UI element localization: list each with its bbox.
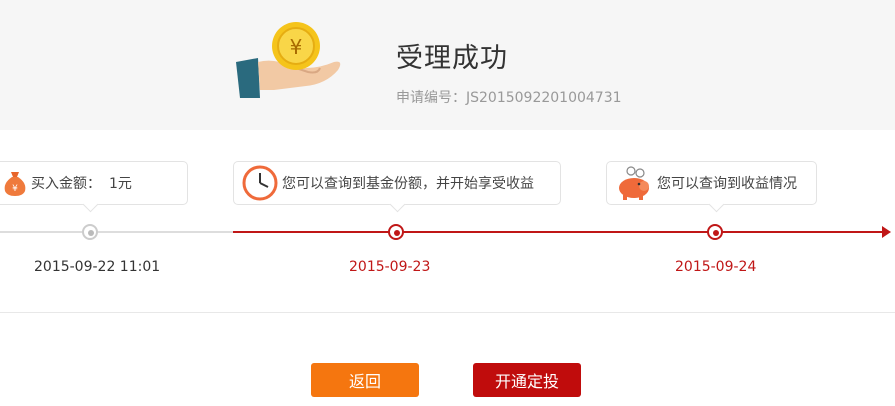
result-header: ¥ 受理成功 申请编号：JS2015092201004731	[0, 0, 895, 130]
timeline-node-purchase	[82, 224, 98, 240]
hand-holding-coin-icon: ¥	[236, 22, 341, 98]
income-available-bubble: 您可以查询到收益情况	[606, 161, 817, 213]
purchase-amount-value: 1元	[109, 176, 132, 192]
piggy-bank-icon	[619, 166, 649, 200]
purchase-amount-label: 买入金额：	[31, 176, 101, 192]
progress-timeline: ¥ 买入金额： 1元 您可以查询到基金份额，并开始享受收益 您可以查询到收益情况	[0, 130, 895, 313]
timeline-node-income	[707, 224, 723, 240]
share-date: 2015-09-23	[349, 259, 431, 275]
order-value: JS2015092201004731	[466, 90, 622, 106]
timeline-line-completed	[0, 231, 233, 233]
coin-symbol: ¥	[290, 35, 303, 59]
income-date: 2015-09-24	[675, 259, 757, 275]
purchase-amount-bubble: ¥ 买入金额： 1元	[0, 161, 188, 213]
svg-text:¥: ¥	[12, 184, 18, 194]
arrow-right-icon	[882, 226, 891, 238]
money-bag-icon: ¥	[4, 172, 26, 196]
purchase-date: 2015-09-22 11:01	[34, 259, 161, 275]
income-available-label: 您可以查询到收益情况	[657, 176, 797, 192]
timeline-line-upcoming	[233, 231, 883, 233]
page-title: 受理成功	[396, 43, 508, 74]
timeline-node-share	[388, 224, 404, 240]
share-available-label: 您可以查询到基金份额，并开始享受收益	[282, 176, 534, 192]
share-available-bubble: 您可以查询到基金份额，并开始享受收益	[233, 161, 561, 213]
order-label: 申请编号：	[396, 90, 466, 106]
back-button[interactable]: 返回	[311, 363, 419, 397]
divider	[0, 312, 895, 313]
order-number: 申请编号：JS2015092201004731	[396, 87, 622, 107]
clock-icon	[242, 165, 278, 201]
open-fixed-investment-button[interactable]: 开通定投	[473, 363, 581, 397]
